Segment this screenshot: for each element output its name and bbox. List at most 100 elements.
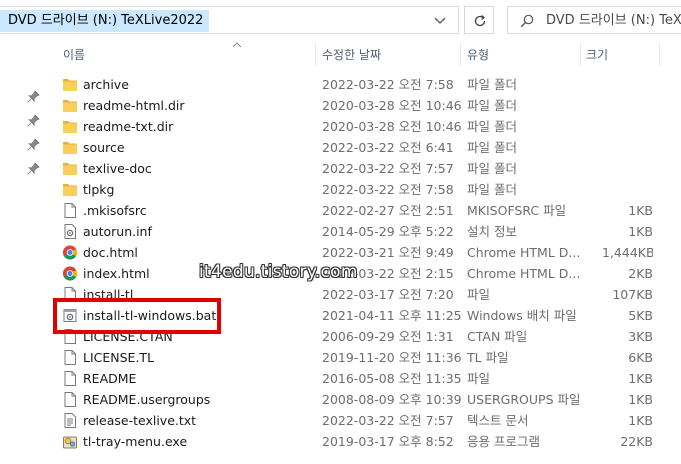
file-name: autorun.inf [83, 224, 152, 239]
file-type: 파일 [467, 371, 491, 386]
file-type: MKISOFSRC 파일 [467, 203, 567, 218]
file-size: 2KB [628, 266, 653, 281]
file-date: 2022-03-21 오전 9:49 [322, 245, 454, 260]
pin-icon[interactable] [26, 162, 40, 176]
file-row[interactable]: tlpkg 2022-03-22 오전 7:58 파일 폴더 [52, 179, 681, 200]
file-type: Chrome HTML D... [467, 245, 581, 260]
file-date: 2006-09-29 오전 1:31 [322, 329, 454, 344]
file-name: readme-txt.dir [83, 119, 174, 134]
column-header-type[interactable]: 유형 [467, 42, 489, 69]
file-row[interactable]: source 2022-03-22 오전 6:41 파일 폴더 [52, 137, 681, 158]
file-type: CTAN 파일 [467, 329, 528, 344]
file-size [602, 158, 653, 179]
address-bar-area: DVD 드라이브 (N:) TeXLive2022 [0, 0, 681, 42]
file-size [602, 179, 653, 200]
file-icon [62, 391, 78, 408]
file-size: 3KB [628, 329, 653, 344]
file-row[interactable]: archive 2022-03-22 오전 7:58 파일 폴더 [52, 74, 681, 95]
file-name: texlive-doc [83, 161, 152, 176]
file-name: tl-tray-menu.exe [83, 434, 188, 449]
folder-icon [62, 76, 78, 93]
file-date: 2022-02-27 오전 2:51 [322, 203, 454, 218]
column-header-name[interactable]: 이름 [63, 42, 85, 69]
file-row[interactable]: texlive-doc 2022-03-22 오전 7:57 파일 폴더 [52, 158, 681, 179]
file-date: 2022-03-22 오전 7:57 [322, 413, 454, 428]
file-type: 파일 폴더 [467, 140, 517, 155]
file-row[interactable]: README 2016-05-08 오전 11:35 파일 1KB [52, 368, 681, 389]
file-size: 22KB [620, 434, 653, 449]
file-date: 2022-03-22 오전 7:57 [322, 161, 454, 176]
file-size: 1KB [628, 371, 653, 386]
pin-icon[interactable] [26, 90, 40, 104]
file-row[interactable]: index.html 2022-03-22 오전 2:15 Chrome HTML … [52, 263, 681, 284]
pin-icon[interactable] [26, 114, 40, 128]
file-size: 5KB [628, 308, 653, 323]
chrome-icon [62, 265, 78, 282]
search-box[interactable] [507, 6, 681, 34]
file-name: README [83, 371, 137, 386]
folder-icon [62, 160, 78, 177]
file-date: 2022-03-22 오전 7:58 [322, 77, 454, 92]
file-name: README.usergroups [83, 392, 211, 407]
column-divider[interactable] [659, 44, 660, 66]
refresh-button[interactable] [464, 6, 494, 34]
file-type: 파일 폴더 [467, 77, 517, 92]
exe-icon [62, 433, 78, 450]
file-type: Chrome HTML D... [467, 266, 581, 281]
address-bar[interactable]: DVD 드라이브 (N:) TeXLive2022 [0, 6, 459, 34]
file-row[interactable]: README.usergroups 2008-08-09 오후 10:39 USER… [52, 389, 681, 410]
file-row[interactable]: release-texlive.txt 2022-03-22 오전 7:57 텍스트… [52, 410, 681, 431]
file-row[interactable]: doc.html 2022-03-21 오전 9:49 Chrome HTML D.… [52, 242, 681, 263]
file-type: Windows 배치 파일 [467, 308, 577, 323]
text-file-icon [62, 412, 78, 429]
search-input[interactable] [546, 7, 681, 33]
watermark-text: it4edu.tistory.com [199, 262, 358, 282]
settings-file-icon [62, 223, 78, 240]
file-name: .mkisofsrc [83, 203, 147, 218]
file-type: 응용 프로그램 [467, 434, 540, 449]
file-date: 2014-05-29 오후 5:22 [322, 224, 454, 239]
address-path[interactable]: DVD 드라이브 (N:) TeXLive2022 [0, 10, 210, 32]
file-name: release-texlive.txt [83, 413, 197, 428]
folder-icon [62, 139, 78, 156]
file-row[interactable]: LICENSE.TL 2019-11-20 오전 11:36 TL 파일 6KB [52, 347, 681, 368]
file-size: 1KB [628, 392, 653, 407]
search-icon [520, 14, 534, 28]
file-row[interactable]: readme-html.dir 2020-03-28 오전 10:46 파일 폴더 [52, 95, 681, 116]
file-row[interactable]: tl-tray-menu.exe 2019-03-17 오후 8:52 응용 프로그… [52, 431, 681, 452]
file-row[interactable]: readme-txt.dir 2020-03-28 오전 10:46 파일 폴더 [52, 116, 681, 137]
file-type: 텍스트 문서 [467, 413, 529, 428]
file-date: 2022-03-17 오전 7:20 [322, 287, 454, 302]
file-date: 2022-03-22 오전 6:41 [322, 140, 454, 155]
file-size [602, 95, 653, 116]
folder-icon [62, 181, 78, 198]
file-size [602, 116, 653, 137]
file-row[interactable]: autorun.inf 2014-05-29 오후 5:22 설치 정보 1KB [52, 221, 681, 242]
column-divider[interactable] [315, 44, 316, 66]
file-size [602, 74, 653, 95]
file-date: 2019-11-20 오전 11:36 [322, 350, 462, 365]
column-header: 이름 수정한 날짜 유형 크기 [52, 42, 681, 69]
file-date: 2022-03-22 오전 7:58 [322, 182, 454, 197]
file-type: 파일 폴더 [467, 182, 517, 197]
column-divider[interactable] [580, 44, 581, 66]
file-size [602, 137, 653, 158]
file-icon [62, 370, 78, 387]
pin-icon[interactable] [26, 138, 40, 152]
column-header-size[interactable]: 크기 [586, 42, 608, 69]
chevron-down-icon[interactable] [430, 13, 450, 27]
file-name: tlpkg [83, 182, 115, 197]
file-size: 1,444KB [602, 245, 653, 260]
file-name: readme-html.dir [83, 98, 185, 113]
file-date: 2021-04-11 오후 11:25 [322, 308, 462, 323]
column-header-date[interactable]: 수정한 날짜 [322, 42, 381, 69]
file-row[interactable]: .mkisofsrc 2022-02-27 오전 2:51 MKISOFSRC 파일… [52, 200, 681, 221]
column-divider[interactable] [460, 44, 461, 66]
file-type: TL 파일 [467, 350, 509, 365]
file-name: source [83, 140, 125, 155]
file-size: 1KB [628, 224, 653, 239]
chrome-icon [62, 244, 78, 261]
sort-ascending-icon [232, 42, 242, 48]
file-name: LICENSE.TL [83, 350, 155, 365]
file-date: 2020-03-28 오전 10:46 [322, 119, 462, 134]
